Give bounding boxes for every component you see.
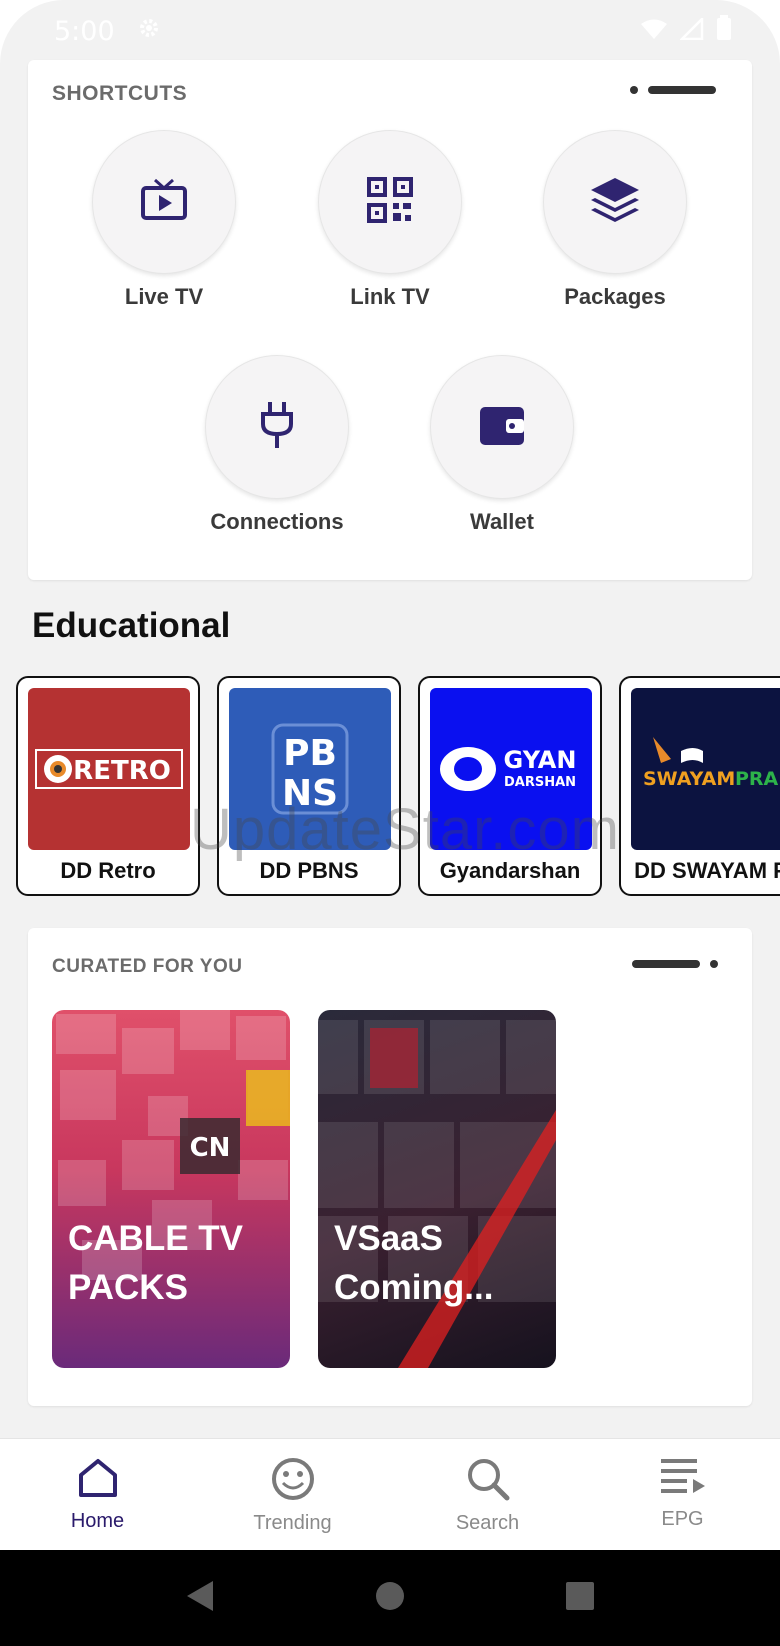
status-time: 5:00: [54, 15, 115, 47]
shortcut-connections[interactable]: Connections: [187, 355, 367, 535]
promo-cable-tv-packs[interactable]: CN CABLE TV PACKS: [52, 1010, 290, 1368]
nav-label: EPG: [661, 1508, 704, 1530]
channel-logo-gyandarshan: GYAN DARSHAN: [430, 688, 592, 850]
pager-dot: [710, 960, 718, 968]
shortcut-circle: [92, 130, 236, 274]
channel-logo-pbns: PB NS: [229, 688, 391, 850]
back-icon[interactable]: [185, 1579, 215, 1618]
channel-logo-text: RETRO: [73, 756, 171, 786]
promo-title: VSaaS Coming...: [334, 1219, 494, 1307]
pager-active-bar: [632, 960, 700, 968]
channel-name: Gyandarshan: [439, 858, 581, 883]
promo-title: CABLE TV PACKS: [68, 1219, 243, 1307]
shortcut-label: Link TV: [350, 284, 430, 309]
shortcuts-title: SHORTCUTS: [52, 82, 188, 105]
wifi-icon: [640, 16, 668, 47]
svg-text:PRABHA: PRABHA: [735, 768, 780, 790]
nav-epg[interactable]: EPG: [585, 1439, 780, 1550]
recents-square-icon[interactable]: [565, 1581, 595, 1616]
promo-vsaas[interactable]: VSaaS Coming...: [318, 1010, 556, 1368]
shortcut-circle: [205, 355, 349, 499]
svg-text:DARSHAN: DARSHAN: [504, 775, 576, 790]
battery-icon: [716, 14, 732, 48]
status-bar: 5:00: [0, 0, 780, 62]
nav-search[interactable]: Search: [390, 1439, 585, 1550]
svg-text:PB: PB: [283, 733, 337, 774]
shortcuts-pager: [630, 86, 716, 94]
curated-title: CURATED FOR YOU: [52, 956, 243, 977]
channel-card-dd-retro[interactable]: RETRO DD Retro: [16, 676, 200, 896]
nav-trending[interactable]: Trending: [195, 1439, 390, 1550]
qr-code-icon: [366, 176, 414, 229]
shortcut-label: Live TV: [124, 284, 204, 309]
curated-card: CURATED FOR YOU CN CABLE TV PACKS VSaaS …: [28, 928, 752, 1406]
nav-label: Search: [455, 1512, 520, 1534]
nav-label: Home: [70, 1510, 125, 1532]
tv-play-icon: [141, 178, 187, 227]
pager-dot: [630, 86, 638, 94]
channel-name: DD SWAYAM P: [634, 858, 780, 883]
home-icon: [77, 1457, 119, 1504]
pager-active-bar: [648, 86, 716, 94]
channel-logo-retro: RETRO: [28, 688, 190, 850]
search-icon: [466, 1457, 510, 1506]
shortcut-link-tv[interactable]: Link TV: [300, 130, 480, 310]
wallet-icon: [478, 403, 526, 452]
channel-logo-swayam: SWAYAM PRABHA: [631, 688, 780, 850]
channel-logos-collage: CN: [56, 1010, 290, 1280]
smiley-icon: [271, 1457, 315, 1506]
shortcut-circle: [318, 130, 462, 274]
shortcut-live-tv[interactable]: Live TV: [74, 130, 254, 310]
shortcut-label: Packages: [564, 284, 666, 309]
app-screen: 5:00 SHORTCUTS Live TV Link TV Packages …: [0, 0, 780, 1646]
plug-icon: [260, 400, 294, 455]
signal-icon: [678, 15, 704, 47]
nav-label: Trending: [253, 1512, 332, 1534]
svg-text:CN: CN: [190, 1133, 231, 1163]
home-circle-icon[interactable]: [375, 1581, 405, 1616]
system-navigation-bar: [0, 1550, 780, 1646]
shortcut-wallet[interactable]: Wallet: [412, 355, 592, 535]
educational-title: Educational: [32, 606, 231, 645]
channel-card-dd-pbns[interactable]: PB NS DD PBNS: [217, 676, 401, 896]
channel-card-dd-swayam-prabha[interactable]: SWAYAM PRABHA DD SWAYAM P: [619, 676, 780, 896]
nav-home[interactable]: Home: [0, 1439, 195, 1550]
channel-card-gyandarshan[interactable]: GYAN DARSHAN Gyandarshan: [418, 676, 602, 896]
svg-text:GYAN: GYAN: [504, 746, 577, 774]
bottom-navigation: Home Trending Search EPG: [0, 1438, 780, 1550]
shortcut-label: Connections: [210, 509, 344, 534]
curated-pager: [632, 960, 718, 968]
settings-status-icon: [137, 16, 161, 47]
shortcut-circle: [543, 130, 687, 274]
channel-name: DD Retro: [60, 858, 156, 883]
educational-channel-list: RETRO DD Retro PB NS DD PBNS GYAN DARSHA…: [16, 676, 780, 896]
shortcut-label: Wallet: [470, 509, 534, 534]
shortcut-packages[interactable]: Packages: [525, 130, 705, 310]
svg-text:NS: NS: [282, 773, 338, 814]
epg-list-icon: [659, 1457, 707, 1502]
channel-name: DD PBNS: [259, 858, 359, 883]
shortcuts-card: SHORTCUTS Live TV Link TV Packages Conne…: [28, 60, 752, 580]
shortcut-circle: [430, 355, 574, 499]
movie-posters-collage: [318, 1020, 556, 1368]
layers-icon: [589, 176, 641, 229]
svg-text:SWAYAM: SWAYAM: [643, 768, 735, 790]
